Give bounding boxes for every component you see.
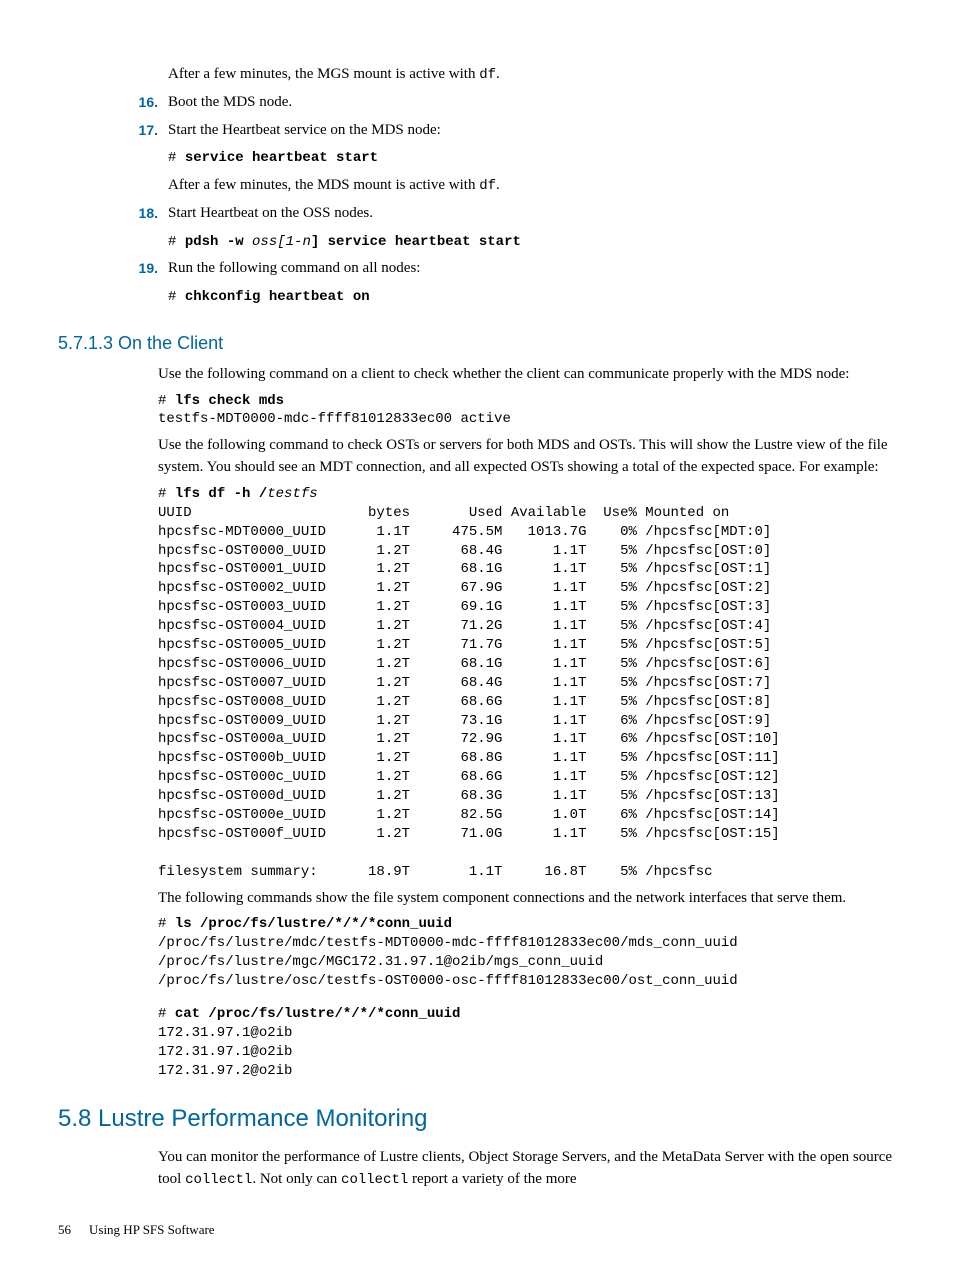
step-18: 18. Start Heartbeat on the OSS nodes.	[130, 203, 896, 225]
step-text: Boot the MDS node.	[168, 92, 896, 114]
step-text: Start Heartbeat on the OSS nodes.	[168, 203, 896, 225]
footer-title: Using HP SFS Software	[89, 1222, 215, 1237]
code-collectl: collectl	[341, 1172, 408, 1188]
heading-lustre-perf: 5.8 Lustre Performance Monitoring	[58, 1102, 896, 1137]
lfs-df-output: UUID bytes Used Available Use% Mounted o…	[158, 505, 780, 880]
page-footer: 56 Using HP SFS Software	[58, 1221, 896, 1240]
cmd-cat-proc: # cat /proc/fs/lustre/*/*/*conn_uuid 172…	[158, 1005, 896, 1081]
heading-on-client: 5.7.1.3 On the Client	[58, 330, 896, 356]
step-num: 19.	[130, 258, 158, 280]
para-fs-connections: The following commands show the file sys…	[158, 888, 896, 910]
page-number: 56	[58, 1222, 71, 1237]
step-19: 19. Run the following command on all nod…	[130, 258, 896, 280]
cmd-chkconfig: # chkconfig heartbeat on	[168, 286, 896, 308]
para-mds-active: After a few minutes, the MDS mount is ac…	[168, 175, 896, 197]
code-df: df	[479, 178, 496, 194]
ls-output: /proc/fs/lustre/mdc/testfs-MDT0000-mdc-f…	[158, 935, 738, 989]
cat-output: 172.31.97.1@o2ib 172.31.97.1@o2ib 172.31…	[158, 1025, 292, 1079]
step-text: Start the Heartbeat service on the MDS n…	[168, 120, 896, 142]
para-mgs-active: After a few minutes, the MGS mount is ac…	[168, 64, 896, 86]
step-16: 16. Boot the MDS node.	[130, 92, 896, 114]
para-monitor: You can monitor the performance of Lustr…	[158, 1147, 896, 1191]
cmd-pdsh: # pdsh -w oss[1-n] service heartbeat sta…	[168, 231, 896, 253]
cmd-lfs-df: # lfs df -h /testfs UUID bytes Used Avai…	[158, 485, 896, 882]
cmd-heartbeat-start: # service heartbeat start	[168, 147, 896, 169]
step-num: 18.	[130, 203, 158, 225]
cmd-ls-proc: # ls /proc/fs/lustre/*/*/*conn_uuid /pro…	[158, 915, 896, 991]
step-num: 17.	[130, 120, 158, 142]
step-17: 17. Start the Heartbeat service on the M…	[130, 120, 896, 142]
cmd-lfs-check: # lfs check mds testfs-MDT0000-mdc-ffff8…	[158, 392, 896, 430]
step-text: Run the following command on all nodes:	[168, 258, 896, 280]
para-client-check: Use the following command on a client to…	[158, 364, 896, 386]
para-check-osts: Use the following command to check OSTs …	[158, 435, 896, 479]
code-df: df	[479, 67, 496, 83]
code-collectl: collectl	[185, 1172, 252, 1188]
step-num: 16.	[130, 92, 158, 114]
